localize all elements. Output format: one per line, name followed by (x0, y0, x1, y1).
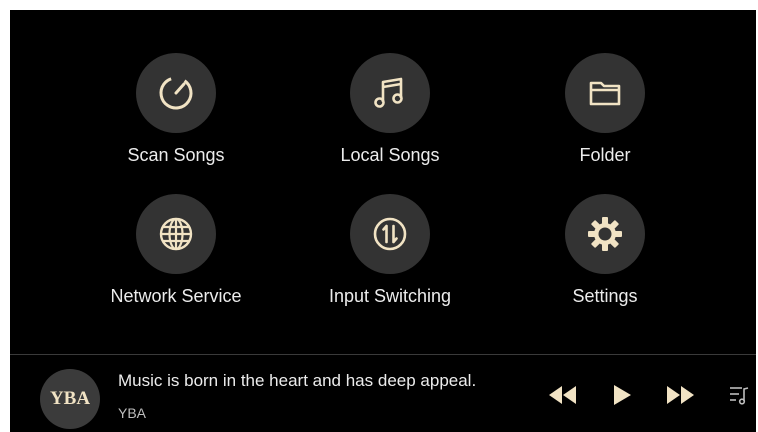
gauge-icon (159, 76, 193, 110)
gear-icon (588, 217, 622, 251)
play-button[interactable] (610, 383, 634, 407)
folder-label: Folder (579, 145, 631, 165)
album-art[interactable]: YBA (40, 369, 100, 429)
previous-button[interactable] (546, 383, 580, 407)
home-screen: Scan Songs Local Songs Folder Network Se… (10, 10, 756, 432)
song-artist: YBA (118, 405, 147, 421)
music-note-icon (374, 77, 403, 108)
folder-tile[interactable]: Folder (505, 53, 705, 183)
play-icon (614, 385, 631, 405)
input-switching-button[interactable] (350, 194, 430, 274)
folder-icon (589, 81, 621, 106)
input-switching-label: Input Switching (328, 286, 452, 306)
next-button[interactable] (663, 383, 697, 407)
network-service-button[interactable] (136, 194, 216, 274)
globe-icon (159, 217, 193, 251)
playlist-button[interactable] (728, 383, 750, 407)
scan-songs-tile[interactable]: Scan Songs (76, 53, 276, 183)
scan-songs-label: Scan Songs (127, 145, 225, 165)
rewind-icon (549, 386, 576, 404)
network-service-tile[interactable]: Network Service (76, 194, 276, 324)
local-songs-label: Local Songs (340, 145, 440, 165)
input-switching-tile[interactable]: Input Switching (290, 194, 490, 324)
input-switch-icon (373, 217, 407, 251)
network-service-label: Network Service (110, 286, 242, 306)
fast-forward-icon (667, 386, 694, 404)
album-art-text: YBA (49, 388, 91, 409)
song-title: Music is born in the heart and has deep … (118, 371, 477, 390)
scan-songs-button[interactable] (136, 53, 216, 133)
folder-button[interactable] (565, 53, 645, 133)
local-songs-button[interactable] (350, 53, 430, 133)
playlist-icon (730, 387, 749, 405)
local-songs-tile[interactable]: Local Songs (290, 53, 490, 183)
settings-label: Settings (572, 286, 638, 306)
now-playing-bar: YBA Music is born in the heart and has d… (10, 355, 756, 432)
settings-tile[interactable]: Settings (505, 194, 705, 324)
settings-button[interactable] (565, 194, 645, 274)
